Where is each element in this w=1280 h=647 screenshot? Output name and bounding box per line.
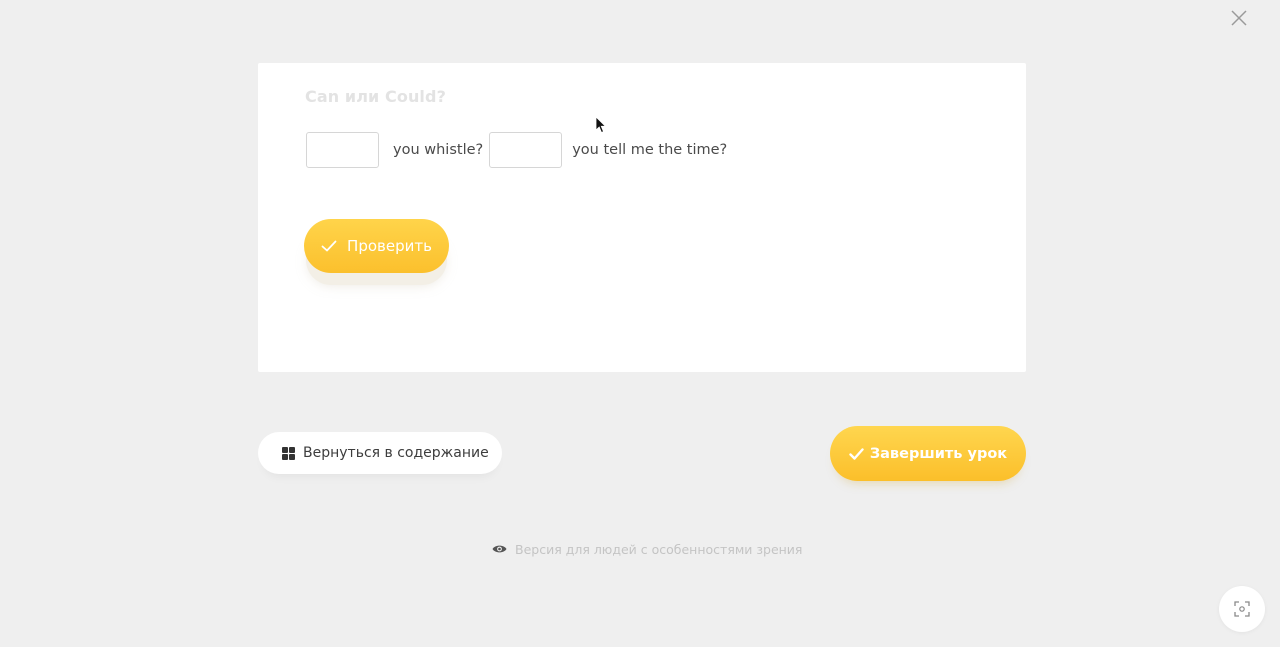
exercise-title: Can или Could? — [305, 87, 446, 106]
check-icon — [849, 447, 864, 460]
cursor-icon — [595, 116, 607, 134]
finish-lesson-button[interactable]: Завершить урок — [830, 426, 1026, 481]
blank-input-2[interactable] — [489, 132, 563, 168]
check-answer-button[interactable]: Проверить — [304, 219, 449, 273]
finish-lesson-label: Завершить урок — [869, 445, 1008, 462]
blank-input-1[interactable] — [306, 132, 379, 168]
exercise-sentence: you whistle? you tell me the time? — [306, 132, 727, 168]
accessibility-version-label: Версия для людей с особенностями зрения — [515, 541, 803, 557]
close-button[interactable] — [1229, 8, 1249, 28]
close-icon — [1231, 10, 1247, 26]
grid-icon — [282, 446, 295, 460]
accessibility-version-link[interactable]: Версия для людей с особенностями зрения — [492, 539, 802, 559]
back-to-contents-label: Вернуться в содержание — [303, 445, 489, 461]
sentence-segment-1: you whistle? — [393, 142, 484, 158]
check-answer-label: Проверить — [347, 237, 432, 255]
exercise-card: Can или Could? you whistle? you tell me … — [258, 63, 1026, 372]
back-to-contents-button[interactable]: Вернуться в содержание — [258, 432, 502, 474]
expand-icon — [1234, 601, 1250, 617]
expand-button[interactable] — [1219, 586, 1265, 632]
sentence-segment-2: you tell me the time? — [572, 142, 728, 158]
lesson-screen: Can или Could? you whistle? you tell me … — [0, 0, 1280, 647]
eye-icon — [492, 545, 507, 553]
check-icon — [321, 240, 337, 252]
